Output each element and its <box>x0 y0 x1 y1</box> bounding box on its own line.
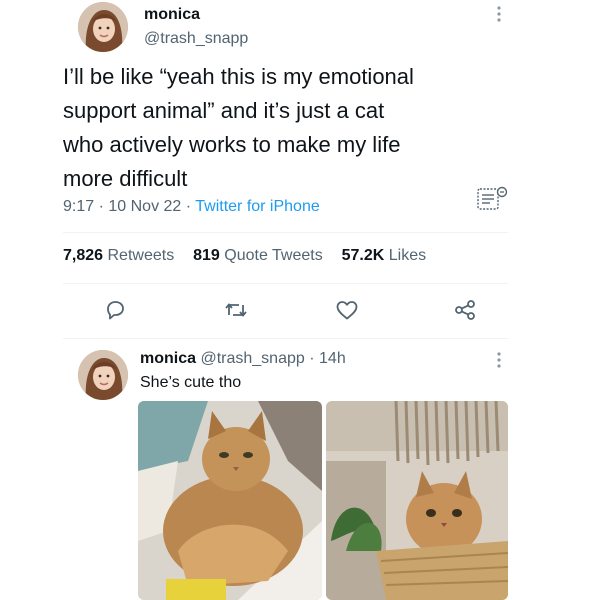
meta-separator: · <box>98 198 104 215</box>
divider <box>63 338 508 339</box>
reply-avatar[interactable] <box>78 350 128 400</box>
reply-icon[interactable] <box>103 298 127 322</box>
analytics-icon[interactable] <box>474 186 510 212</box>
retweets-stat[interactable]: 7,826 Retweets <box>63 247 174 264</box>
divider <box>63 283 508 284</box>
likes-stat[interactable]: 57.2K Likes <box>342 247 427 264</box>
cat-photo-right[interactable] <box>326 401 508 600</box>
retweets-label: Retweets <box>107 247 175 264</box>
retweets-count: 7,826 <box>63 247 104 264</box>
reply-display-name[interactable]: monica <box>140 350 196 367</box>
more-dots-icon[interactable] <box>493 350 505 370</box>
likes-count: 57.2K <box>341 247 385 264</box>
tweet-meta: 9:17 · 10 Nov 22 · Twitter for iPhone <box>63 198 320 216</box>
tweet-text-line: who actively works to make my life <box>63 132 401 157</box>
tweet-text-line: I’ll be like “yeah this is my emotional <box>63 64 414 89</box>
reply-time[interactable]: 14h <box>319 350 346 367</box>
retweet-icon[interactable] <box>223 298 249 322</box>
reply-text: She’s cute tho <box>140 374 242 391</box>
more-dots-icon[interactable] <box>493 4 505 24</box>
likes-label: Likes <box>388 247 427 264</box>
quote-tweets-label: Quote Tweets <box>224 247 323 264</box>
avatar[interactable] <box>78 2 128 52</box>
tweet-text: I’ll be like “yeah this is my emotional … <box>63 60 533 196</box>
divider <box>63 232 508 233</box>
display-name[interactable]: monica <box>144 6 200 24</box>
avatar-image <box>78 2 128 52</box>
handle[interactable]: @trash_snapp <box>144 30 248 48</box>
cat-photo-left[interactable] <box>138 401 322 600</box>
avatar-image <box>78 350 128 400</box>
tweet-text-line: more difficult <box>63 166 188 191</box>
meta-separator: · <box>309 350 315 367</box>
tweet-stats: 7,826 Retweets 819 Quote Tweets 57.2K Li… <box>63 247 426 265</box>
tweet-date[interactable]: 10 Nov 22 <box>108 198 181 215</box>
heart-icon[interactable] <box>334 298 360 322</box>
tweet-source-link[interactable]: Twitter for iPhone <box>195 198 320 215</box>
tweet-time[interactable]: 9:17 <box>63 198 94 215</box>
meta-separator: · <box>185 198 192 215</box>
share-icon[interactable] <box>452 298 478 322</box>
quote-tweets-count: 819 <box>193 247 220 264</box>
reply-header: monica @trash_snapp · 14h <box>140 350 346 368</box>
quote-tweets-stat[interactable]: 819 Quote Tweets <box>193 247 323 264</box>
tweet-text-line: support animal” and it’s just a cat <box>63 98 385 123</box>
reply-handle[interactable]: @trash_snapp <box>200 350 304 367</box>
